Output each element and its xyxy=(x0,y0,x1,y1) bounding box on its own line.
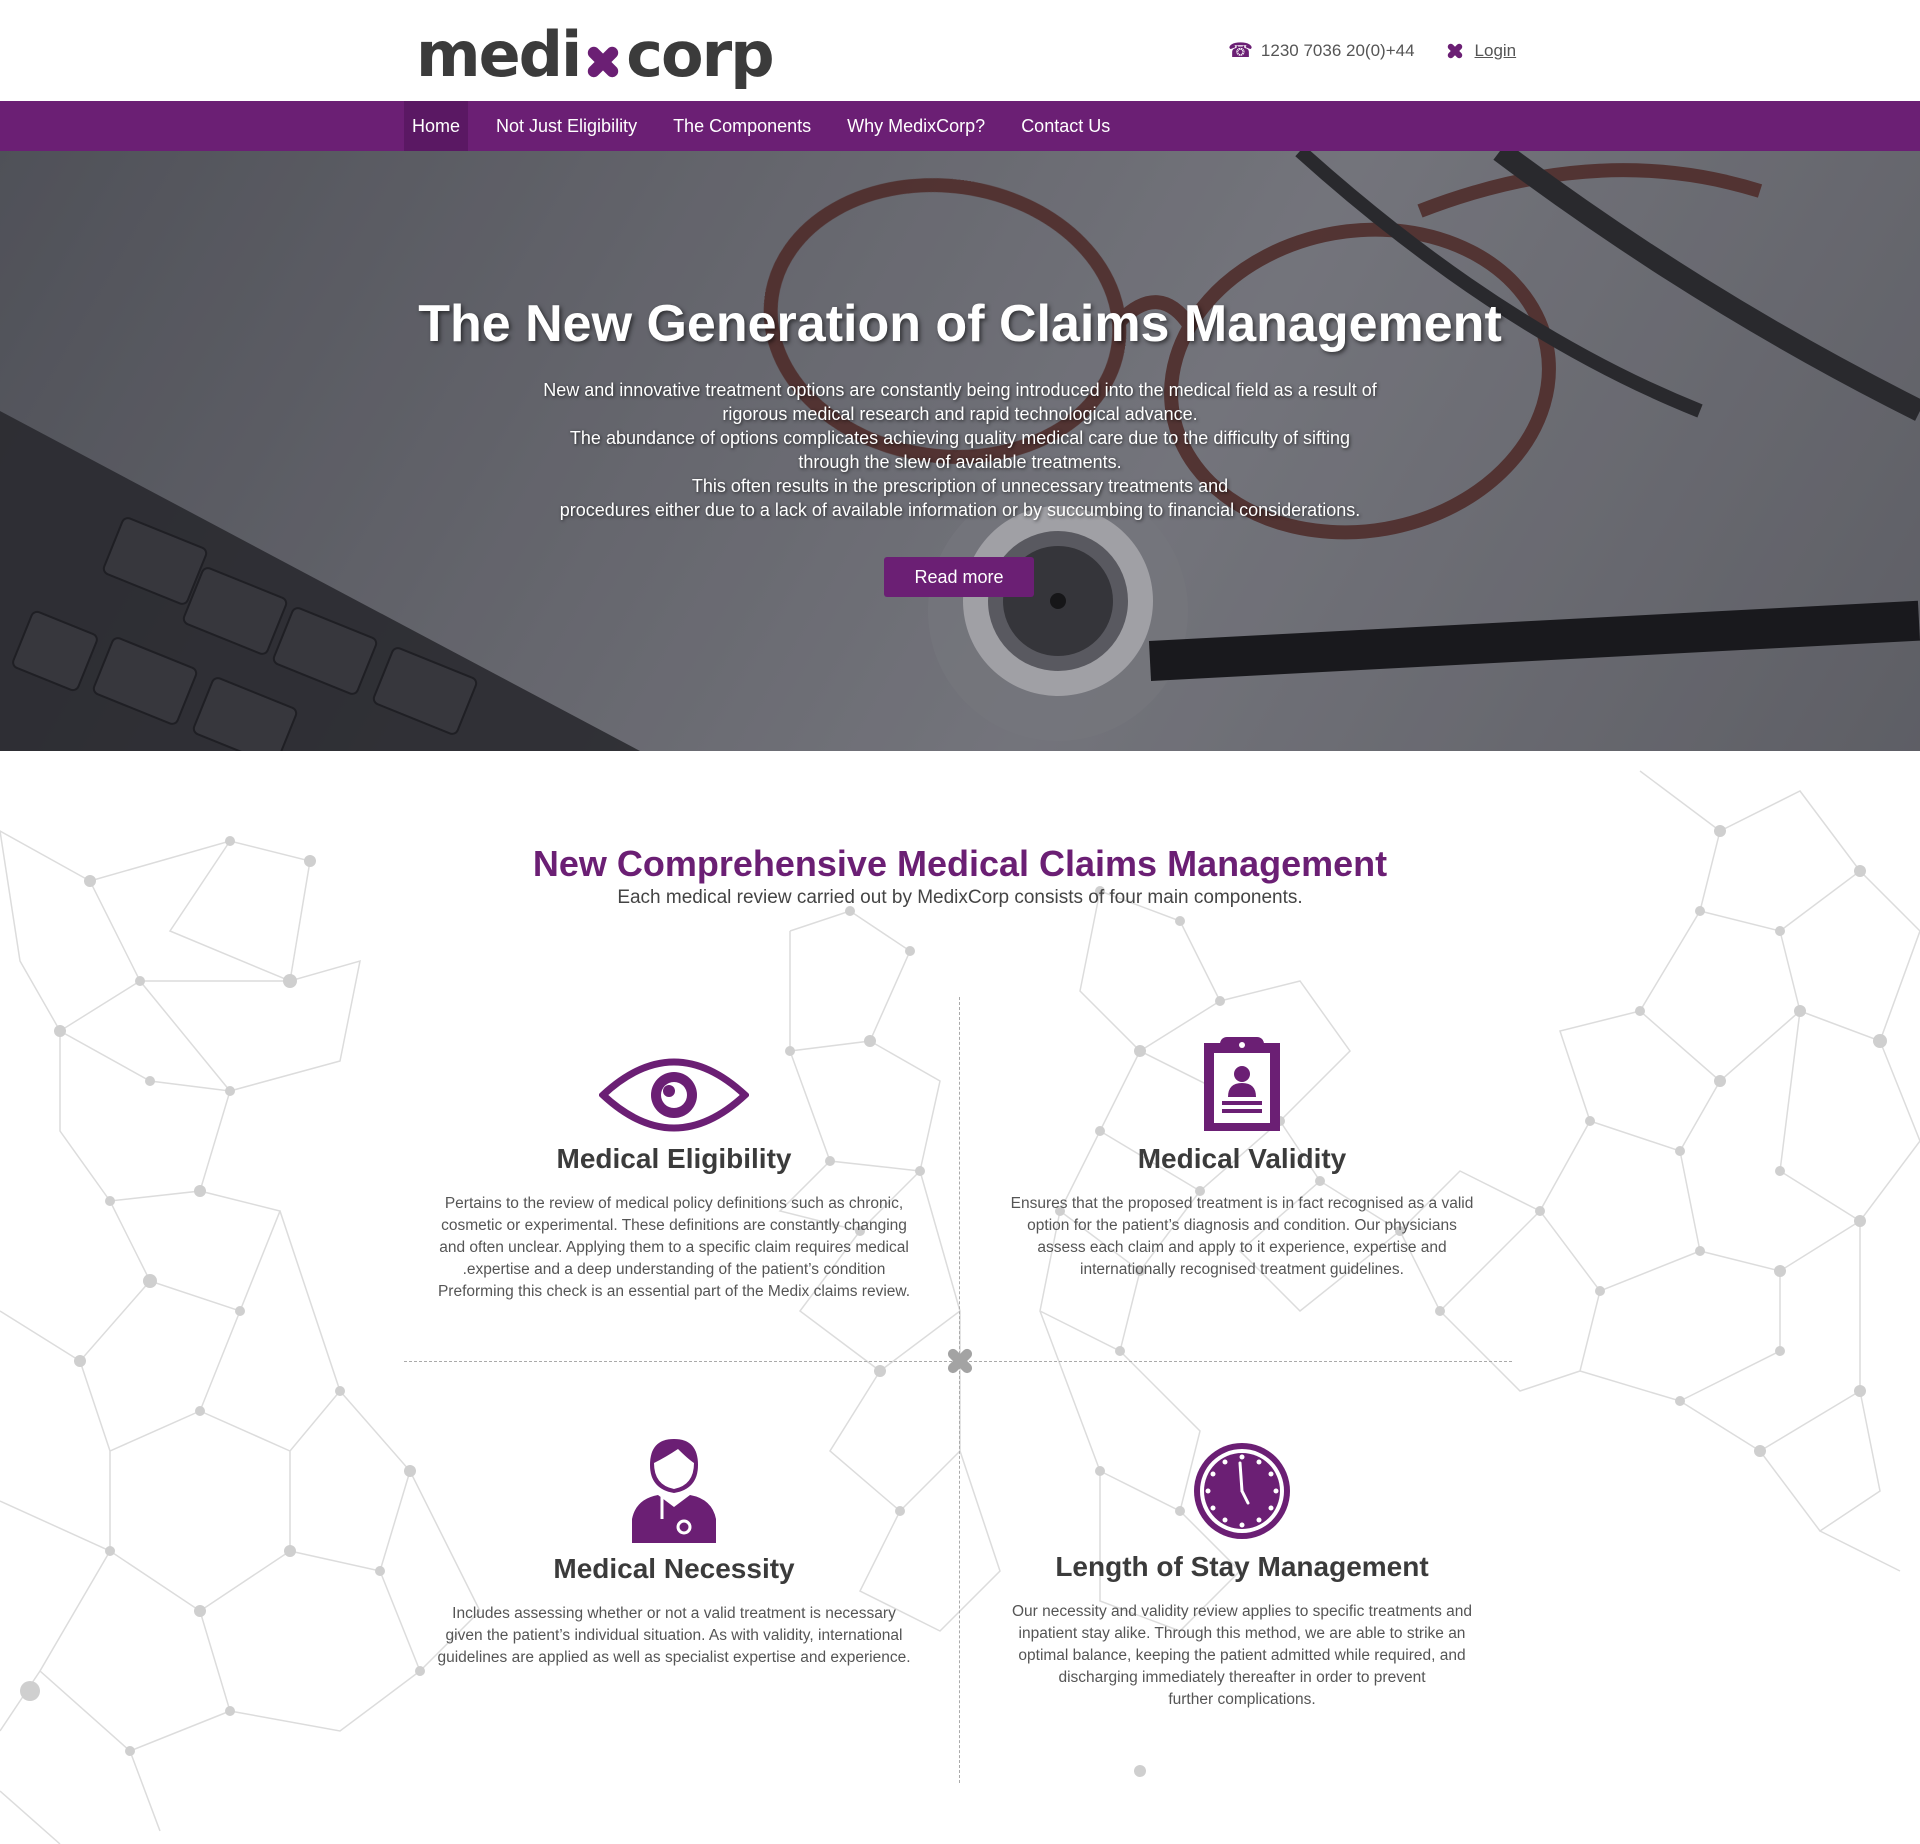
section-title: New Comprehensive Medical Claims Managem… xyxy=(532,843,1388,884)
nav-item-contact-us[interactable]: Contact Us xyxy=(1013,101,1118,151)
description-line: cosmetic or experimental. These definiti… xyxy=(441,1217,907,1234)
description-line: Our necessity and validity review applie… xyxy=(1011,1603,1473,1620)
eye-icon xyxy=(599,1058,749,1132)
clock-icon xyxy=(1194,1443,1290,1539)
phone-icon: ☎ xyxy=(1228,40,1253,62)
description-line: given the patient’s individual situation… xyxy=(445,1627,903,1644)
doctor-icon xyxy=(632,1439,716,1543)
section-subtitle: Each medical review carried out by Medix… xyxy=(617,887,1303,908)
component-description: Includes assessing whether or not a vali… xyxy=(424,1603,924,1669)
description-line: optimal balance, keeping the patient adm… xyxy=(1018,1647,1466,1664)
hero-line: This often results in the prescription o… xyxy=(691,476,1229,496)
medixcorp-logo[interactable]: medi corp xyxy=(416,14,775,91)
clipboard-icon xyxy=(1204,1037,1280,1131)
description-line: Includes assessing whether or not a vali… xyxy=(452,1605,896,1622)
nav-item-why-medixcorp[interactable]: Why MedixCorp? xyxy=(839,101,993,151)
description-line: further complications. xyxy=(1168,1691,1316,1708)
component-description: Ensures that the proposed treatment is i… xyxy=(992,1193,1492,1281)
component-length-of-stay: Length of Stay Management Our necessity … xyxy=(992,1441,1492,1711)
nav-item-not-just-eligibility[interactable]: Not Just Eligibility xyxy=(488,101,645,151)
hero-line: New and innovative treatment options are… xyxy=(543,380,1377,400)
description-line: internationally recognised treatment gui… xyxy=(1080,1261,1404,1278)
x-cross-icon xyxy=(944,1345,976,1377)
description-line: discharging immediately thereafter in or… xyxy=(1058,1669,1426,1686)
nav-item-home[interactable]: Home xyxy=(404,101,469,151)
network-background-pattern xyxy=(0,770,1920,1844)
description-line: Ensures that the proposed treatment is i… xyxy=(1010,1195,1474,1212)
hero-line: procedures either due to a lack of avail… xyxy=(559,500,1361,520)
component-description: Pertains to the review of medical policy… xyxy=(424,1193,924,1303)
component-description: Our necessity and validity review applie… xyxy=(992,1601,1492,1711)
component-title: Length of Stay Management xyxy=(1055,1551,1429,1582)
component-medical-eligibility: Medical Eligibility Pertains to the revi… xyxy=(424,1057,924,1303)
hero-line: through the slew of available treatments… xyxy=(798,452,1122,472)
vertical-divider xyxy=(959,997,960,1783)
description-line: Pertains to the review of medical policy… xyxy=(444,1195,904,1212)
logo-x-icon xyxy=(581,24,625,86)
logo-text-left: medi xyxy=(416,18,582,91)
header-contact: ☎ 1230 7036 20(0)+44 Login xyxy=(1228,38,1516,63)
component-medical-necessity: Medical Necessity Includes assessing whe… xyxy=(424,1437,924,1669)
hero-title: The New Generation of Claims Management xyxy=(418,295,1502,353)
component-title: Medical Eligibility xyxy=(556,1143,792,1174)
nav-item-the-components[interactable]: The Components xyxy=(665,101,819,151)
hero-line: rigorous medical research and rapid tech… xyxy=(722,404,1198,424)
component-title: Medical Necessity xyxy=(553,1553,795,1584)
hero-banner: The New Generation of Claims Management … xyxy=(0,151,1920,751)
description-line: .expertise and a deep understanding of t… xyxy=(462,1261,886,1278)
description-line: inpatient stay alike. Through this metho… xyxy=(1018,1625,1466,1642)
component-medical-validity: Medical Validity Ensures that the propos… xyxy=(992,1037,1492,1281)
login-link[interactable]: Login xyxy=(1475,41,1517,61)
description-line: guidelines are applied as well as specia… xyxy=(437,1649,911,1666)
component-title: Medical Validity xyxy=(1137,1143,1347,1174)
hero-description: New and innovative treatment options are… xyxy=(500,378,1420,522)
main-nav: Home Not Just Eligibility The Components… xyxy=(0,101,1920,151)
site-header: medi corp ☎ 1230 7036 20(0)+44 Login xyxy=(0,0,1920,101)
x-cross-icon xyxy=(1445,41,1465,61)
description-line: option for the patient’s diagnosis and c… xyxy=(1027,1217,1457,1234)
phone-number: 1230 7036 20(0)+44 xyxy=(1260,40,1415,60)
components-section: New Comprehensive Medical Claims Managem… xyxy=(0,751,1920,1844)
read-more-button[interactable]: Read more xyxy=(884,557,1034,597)
description-line: Preforming this check is an essential pa… xyxy=(437,1283,911,1300)
description-line: and often unclear. Applying them to a sp… xyxy=(439,1239,909,1256)
description-line: assess each claim and apply to it experi… xyxy=(1037,1239,1447,1256)
logo-text-right: corp xyxy=(626,18,774,91)
hero-line: The abundance of options complicates ach… xyxy=(569,428,1351,448)
